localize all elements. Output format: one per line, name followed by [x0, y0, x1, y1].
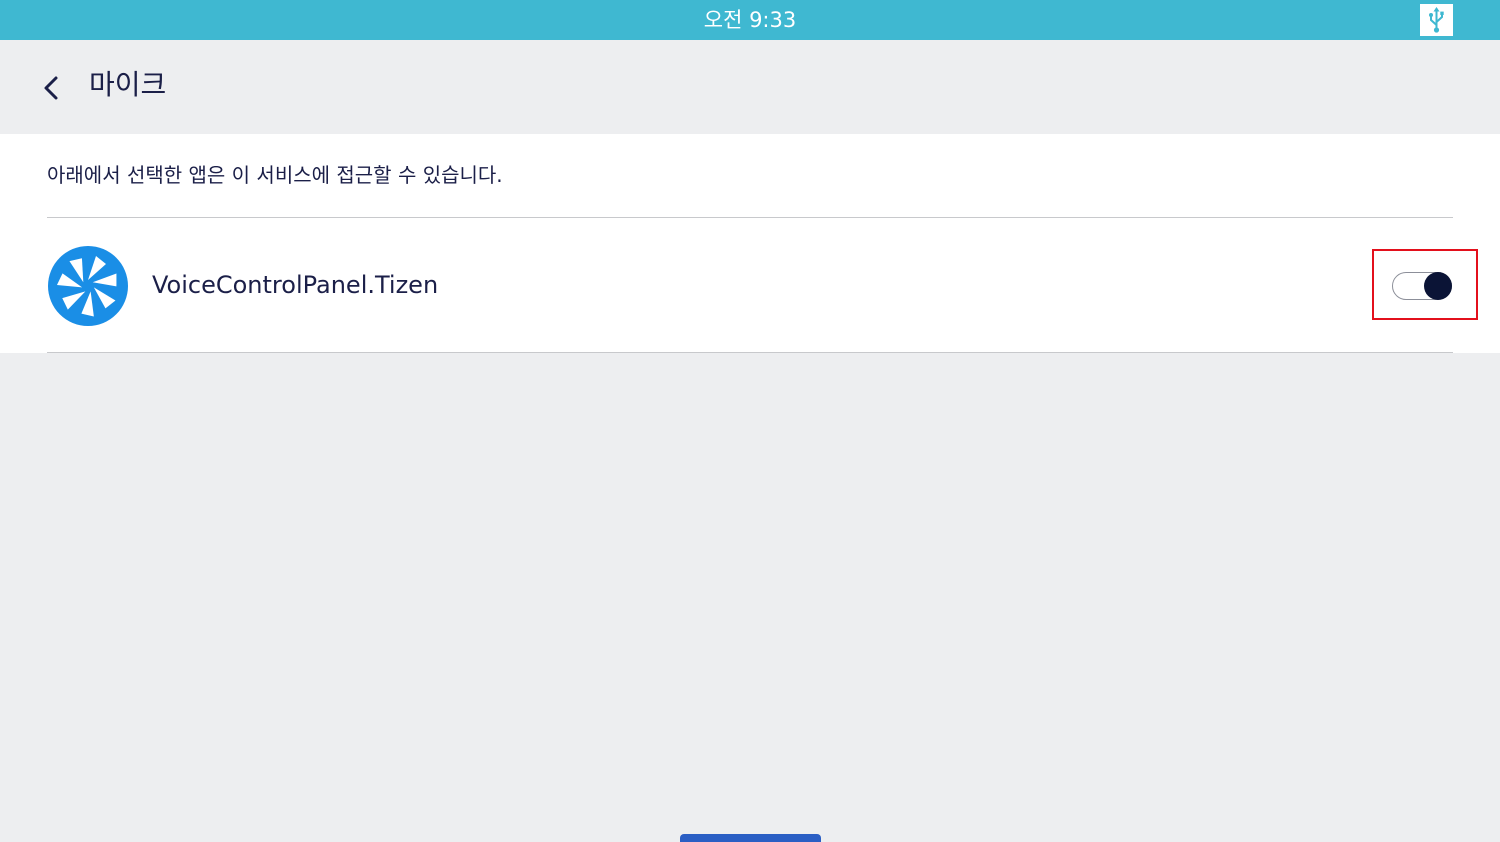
header: 마이크: [0, 40, 1500, 134]
usb-icon: [1420, 4, 1453, 36]
app-permission-panel: 아래에서 선택한 앱은 이 서비스에 접근할 수 있습니다. VoiceCont…: [0, 134, 1500, 353]
back-button[interactable]: [30, 67, 74, 111]
status-bar: 오전 9:33: [0, 0, 1500, 40]
page-title: 마이크: [89, 68, 167, 101]
chevron-left-icon: [44, 76, 58, 100]
divider: [47, 352, 1453, 353]
toggle-knob: [1424, 272, 1452, 300]
app-name: VoiceControlPanel.Tizen: [152, 271, 439, 299]
status-time: 오전 9:33: [703, 8, 797, 32]
permission-description: 아래에서 선택한 앱은 이 서비스에 접근할 수 있습니다.: [47, 163, 503, 187]
list-item[interactable]: VoiceControlPanel.Tizen: [0, 218, 1500, 352]
tizen-pinwheel-icon: [48, 246, 128, 326]
microphone-access-toggle[interactable]: [1392, 272, 1452, 300]
home-indicator[interactable]: [680, 834, 821, 842]
